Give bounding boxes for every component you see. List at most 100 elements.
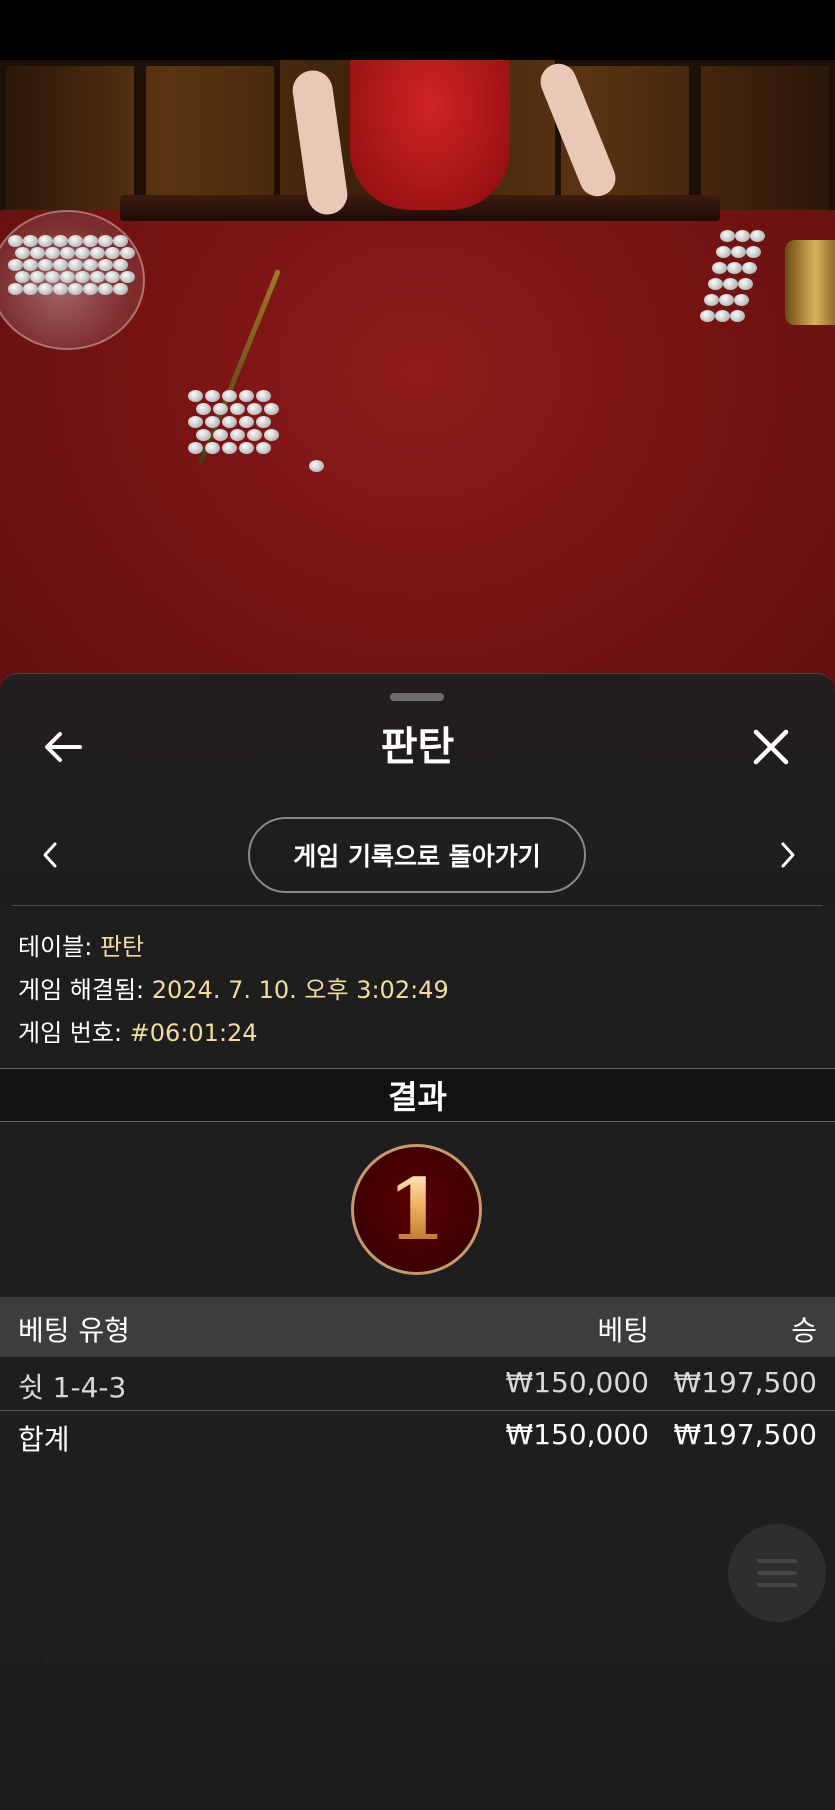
- result-number: 1: [387, 1159, 446, 1259]
- bead: [113, 259, 128, 271]
- bead: [239, 416, 254, 428]
- bead: [120, 271, 135, 283]
- bead: [720, 230, 735, 242]
- divider: [12, 905, 823, 906]
- total-win: ₩197,500: [673, 1418, 817, 1451]
- sheet-drag-handle[interactable]: [390, 693, 444, 701]
- bead: [98, 235, 113, 247]
- bead: [727, 262, 742, 274]
- bead: [264, 429, 279, 441]
- previous-game-button[interactable]: [30, 835, 70, 875]
- bead: [98, 259, 113, 271]
- bead: [23, 283, 38, 295]
- bead: [83, 283, 98, 295]
- bead: [45, 271, 60, 283]
- bead: [704, 294, 719, 306]
- sheet-title: 판탄: [380, 724, 455, 770]
- bead: [30, 271, 45, 283]
- result-ball: 1: [351, 1144, 482, 1275]
- column-bet-type: 베팅 유형: [18, 1314, 130, 1347]
- game-history-sheet: 판탄 게임 기록으로 돌아가기 테이블: 판탄 게임 해결됨: 2024. 7.…: [0, 673, 835, 1810]
- bead: [120, 247, 135, 259]
- bead: [205, 390, 220, 402]
- bead: [256, 416, 271, 428]
- bead: [247, 403, 262, 415]
- bead: [38, 283, 53, 295]
- menu-button: [728, 1524, 826, 1622]
- bead: [15, 247, 30, 259]
- bead: [53, 259, 68, 271]
- bead: [83, 259, 98, 271]
- brass-cup: [785, 240, 835, 325]
- bead: [105, 247, 120, 259]
- bead: [700, 310, 715, 322]
- bead: [188, 442, 203, 454]
- game-number-info: 게임 번호: #06:01:24: [18, 1013, 258, 1048]
- chevron-right-icon: [781, 842, 795, 868]
- next-game-button[interactable]: [768, 835, 808, 875]
- table-label: 테이블:: [18, 933, 100, 961]
- bead: [735, 230, 750, 242]
- bead: [188, 416, 203, 428]
- total-label: 합계: [18, 1423, 70, 1456]
- bead: [715, 310, 730, 322]
- bead: [205, 416, 220, 428]
- bead: [68, 259, 83, 271]
- bead: [38, 259, 53, 271]
- bead: [746, 246, 761, 258]
- bead: [723, 278, 738, 290]
- bead: [716, 246, 731, 258]
- bead: [90, 247, 105, 259]
- bet-amount-cell: ₩150,000: [505, 1366, 649, 1399]
- menu-icon: [757, 1571, 797, 1575]
- bead: [239, 390, 254, 402]
- menu-icon: [757, 1583, 797, 1587]
- bead: [742, 262, 757, 274]
- bead: [731, 246, 746, 258]
- win-amount-cell: ₩197,500: [673, 1366, 817, 1399]
- bead: [205, 442, 220, 454]
- history-nav: 게임 기록으로 돌아가기: [0, 817, 835, 893]
- dealer: [350, 60, 510, 210]
- bead: [196, 429, 211, 441]
- table-value: 판탄: [99, 933, 145, 961]
- bead: [23, 259, 38, 271]
- bead: [734, 294, 749, 306]
- close-button[interactable]: [748, 724, 794, 770]
- column-win: 승: [791, 1314, 817, 1347]
- result-heading: 결과: [0, 1068, 835, 1122]
- column-bet: 베팅: [597, 1314, 649, 1347]
- status-bar: [0, 0, 835, 60]
- bead: [15, 271, 30, 283]
- bead: [38, 235, 53, 247]
- back-to-history-button[interactable]: 게임 기록으로 돌아가기: [248, 817, 586, 893]
- game-number-value: #06:01:24: [129, 1019, 258, 1047]
- total-bet: ₩150,000: [505, 1418, 649, 1451]
- bead: [68, 283, 83, 295]
- wall-frame: [0, 60, 140, 225]
- bead: [113, 235, 128, 247]
- bead: [8, 259, 23, 271]
- bead: [60, 271, 75, 283]
- bead: [8, 283, 23, 295]
- bead: [68, 235, 83, 247]
- bead: [256, 442, 271, 454]
- bead: [83, 235, 98, 247]
- game-number-label: 게임 번호:: [18, 1019, 130, 1047]
- bead: [60, 247, 75, 259]
- bead: [98, 283, 113, 295]
- bead: [75, 271, 90, 283]
- bead: [309, 460, 324, 472]
- bead: [30, 247, 45, 259]
- bead: [90, 271, 105, 283]
- bead: [45, 247, 60, 259]
- bead: [230, 429, 245, 441]
- bead: [75, 247, 90, 259]
- bead: [730, 310, 745, 322]
- bead: [105, 271, 120, 283]
- bead: [8, 235, 23, 247]
- bead: [222, 390, 237, 402]
- bead: [213, 403, 228, 415]
- menu-icon: [757, 1559, 797, 1563]
- resolved-label: 게임 해결됨:: [18, 976, 152, 1004]
